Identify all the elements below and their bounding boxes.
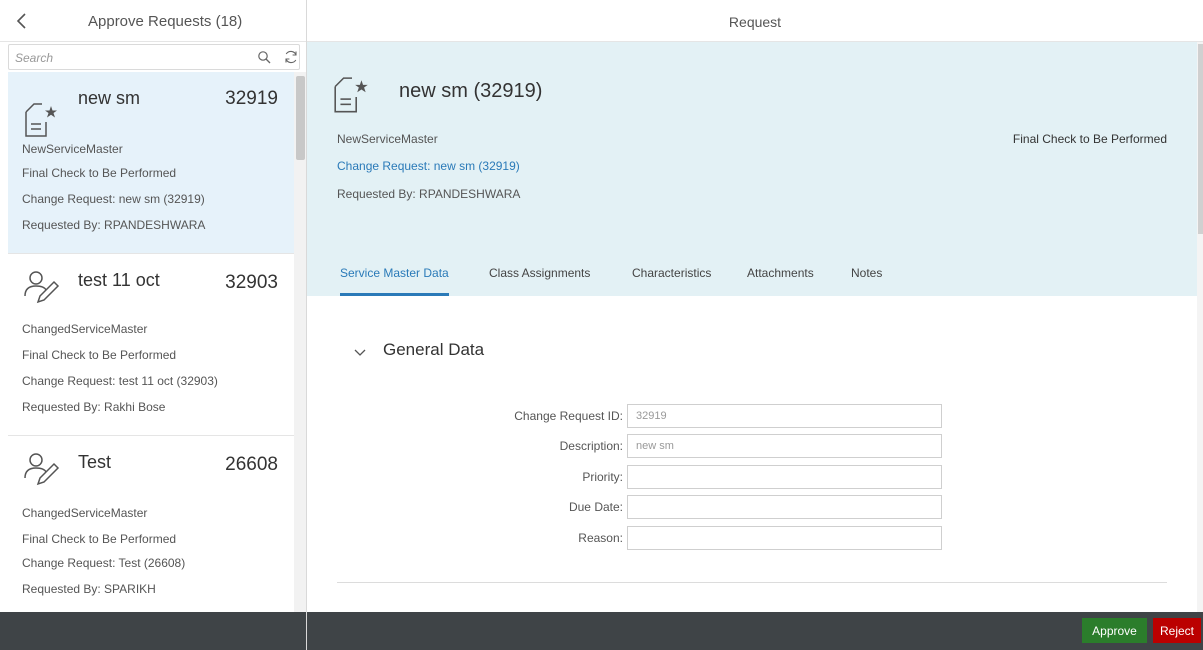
list-item-requested-by: Requested By: Rakhi Bose — [22, 400, 166, 414]
person-edit-icon — [22, 450, 62, 490]
description-label: Description: — [559, 439, 623, 453]
due-date-label: Due Date: — [568, 500, 623, 514]
master-header: Approve Requests (18) — [0, 0, 306, 42]
reason-label: Reason: — [578, 531, 623, 545]
list-item-requested-by: Requested By: RPANDESHWARA — [22, 218, 206, 232]
list-item-change-request: Change Request: new sm (32919) — [22, 192, 205, 206]
list-item-type: ChangedServiceMaster — [22, 322, 148, 336]
form-row-due-date: Due Date: — [307, 495, 1197, 519]
master-panel: Approve Requests (18) new sm 32919 — [0, 0, 307, 650]
object-header-type: NewServiceMaster — [337, 132, 438, 146]
detail-scrollbar-thumb[interactable] — [1198, 44, 1203, 234]
list-item-type: NewServiceMaster — [22, 142, 123, 156]
list-item-type: ChangedServiceMaster — [22, 506, 148, 520]
back-arrow-icon[interactable] — [12, 10, 34, 32]
person-edit-icon — [22, 268, 62, 308]
detail-panel: Request new sm (32919) NewServiceMaster … — [307, 0, 1203, 650]
tab-service-master-data[interactable]: Service Master Data — [340, 266, 449, 296]
list-item-number: 32903 — [225, 272, 278, 293]
list-item[interactable]: new sm 32919 NewServiceMaster Final Chec… — [8, 72, 294, 254]
list-item-change-request: Change Request: Test (26608) — [22, 556, 186, 570]
search-bar — [8, 44, 300, 70]
section-divider — [337, 582, 1167, 583]
chevron-down-icon[interactable] — [353, 346, 367, 360]
change-request-id-label: Change Request ID: — [514, 409, 623, 423]
master-title: Approve Requests (18) — [88, 13, 243, 30]
object-header-requested-by: Requested By: RPANDESHWARA — [337, 187, 521, 201]
list-item[interactable]: test 11 oct 32903 ChangedServiceMaster F… — [8, 254, 294, 436]
list-item-status: Final Check to Be Performed — [22, 166, 177, 180]
form-row-reason: Reason: — [307, 526, 1197, 550]
tab-class-assignments[interactable]: Class Assignments — [489, 266, 590, 296]
new-document-icon — [331, 76, 373, 118]
list-item-title: Test — [78, 452, 112, 472]
new-document-icon — [22, 102, 62, 142]
tab-attachments[interactable]: Attachments — [747, 266, 814, 296]
list-scrollbar-thumb[interactable] — [296, 76, 305, 160]
section-title: General Data — [383, 340, 485, 359]
object-header-status: Final Check to Be Performed — [1012, 132, 1167, 146]
tab-notes[interactable]: Notes — [851, 266, 882, 296]
priority-label: Priority: — [582, 470, 623, 484]
due-date-field[interactable] — [627, 495, 942, 519]
request-list: new sm 32919 NewServiceMaster Final Chec… — [0, 72, 294, 612]
detail-content: General Data Change Request ID: Descript… — [307, 296, 1197, 612]
priority-field[interactable] — [627, 465, 942, 489]
detail-footer: Approve Reject — [307, 612, 1203, 650]
tab-characteristics[interactable]: Characteristics — [632, 266, 711, 296]
refresh-icon[interactable] — [283, 49, 299, 65]
object-header-title: new sm (32919) — [399, 80, 543, 102]
change-request-link[interactable]: Change Request: new sm (32919) — [337, 159, 520, 173]
detail-header-bar: Request — [307, 0, 1203, 42]
search-input[interactable] — [15, 49, 235, 67]
change-request-id-field[interactable] — [627, 404, 942, 428]
reject-button[interactable]: Reject — [1153, 618, 1201, 643]
approve-button[interactable]: Approve — [1082, 618, 1147, 643]
form-row-description: Description: — [307, 434, 1197, 458]
reason-field[interactable] — [627, 526, 942, 550]
list-item-title: new sm — [78, 88, 141, 108]
master-footer — [0, 612, 306, 650]
list-item-status: Final Check to Be Performed — [22, 348, 177, 362]
form-row-change-request-id: Change Request ID: — [307, 404, 1197, 428]
list-item-number: 26608 — [225, 454, 278, 475]
list-item-title: test 11 oct — [78, 270, 160, 290]
description-field[interactable] — [627, 434, 942, 458]
list-item-requested-by: Requested By: SPARIKH — [22, 582, 156, 596]
detail-title: Request — [728, 14, 782, 30]
list-item[interactable]: Test 26608 ChangedServiceMaster Final Ch… — [8, 436, 294, 612]
search-icon[interactable] — [257, 50, 271, 64]
form-row-priority: Priority: — [307, 465, 1197, 489]
tab-bar: Service Master Data Class Assignments Ch… — [307, 256, 1197, 296]
list-item-number: 32919 — [225, 88, 278, 109]
list-item-status: Final Check to Be Performed — [22, 532, 177, 546]
list-item-change-request: Change Request: test 11 oct (32903) — [22, 374, 218, 388]
